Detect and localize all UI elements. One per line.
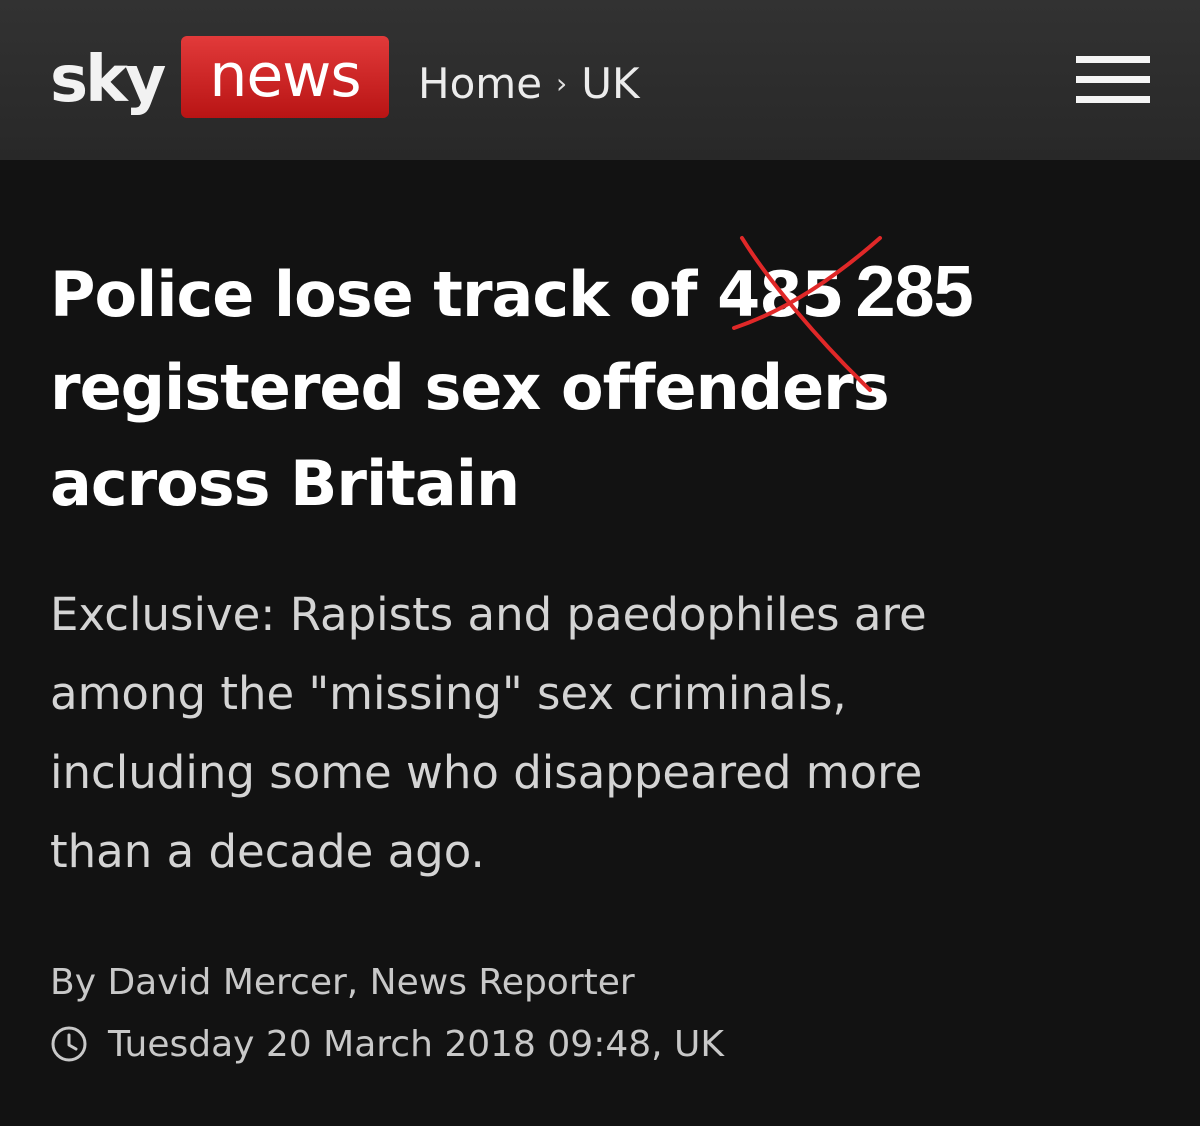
dateline: Tuesday 20 March 2018 09:48, UK <box>50 1016 724 1072</box>
breadcrumb-separator: › <box>556 66 568 100</box>
breadcrumb-home[interactable]: Home <box>418 59 542 108</box>
struck-number: 485 <box>717 258 844 331</box>
headline-line-1: Police lose track of 485 285 <box>50 244 1160 340</box>
standfirst-line: Exclusive: Rapists and paedophiles are <box>50 588 927 641</box>
standfirst: Exclusive: Rapists and paedophiles are a… <box>50 575 1160 891</box>
sky-logo-text[interactable]: sky <box>50 40 166 120</box>
site-header: sky news Home › UK <box>0 0 1200 160</box>
article-page: sky news Home › UK Police lose track of … <box>0 0 1200 1126</box>
headline: Police lose track of 485 285 registered s… <box>50 244 1160 532</box>
news-logo-badge[interactable]: news <box>181 36 389 118</box>
headline-line-3: across Britain <box>50 447 520 520</box>
corrected-number: 285 <box>855 252 974 332</box>
headline-text: Police lose track of <box>50 258 718 331</box>
headline-line-2: registered sex offenders <box>50 351 890 424</box>
standfirst-line: among the "missing" sex criminals, <box>50 667 847 720</box>
standfirst-line: including some who disappeared more <box>50 746 923 799</box>
breadcrumb: Home › UK <box>418 58 640 108</box>
breadcrumb-uk[interactable]: UK <box>581 59 639 108</box>
standfirst-line: than a decade ago. <box>50 825 485 878</box>
news-logo-text: news <box>209 41 361 111</box>
timestamp: Tuesday 20 March 2018 09:48, UK <box>108 1023 724 1065</box>
byline: By David Mercer, News Reporter <box>50 962 635 1003</box>
hamburger-menu-icon[interactable] <box>1076 56 1150 104</box>
clock-icon <box>51 1026 87 1062</box>
